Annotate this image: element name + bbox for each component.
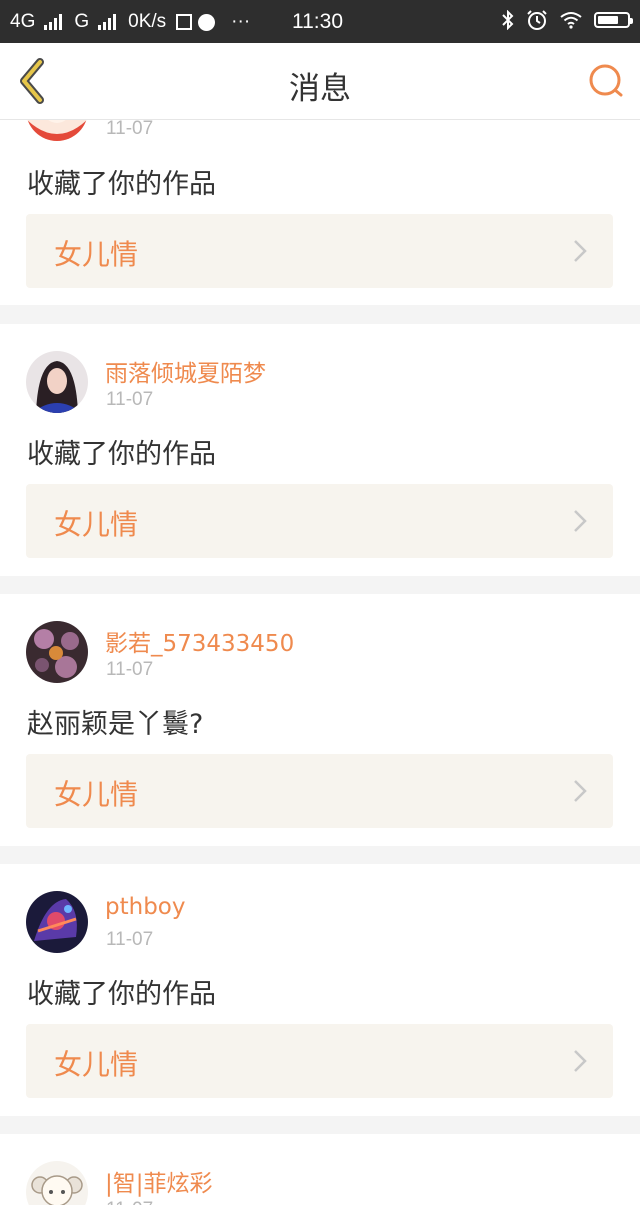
notification-date: 11-07 bbox=[106, 120, 154, 139]
work-title: 女儿情 bbox=[54, 1048, 139, 1081]
chevron-right-icon bbox=[574, 780, 587, 802]
page-title: 消息 bbox=[289, 71, 351, 107]
notification-card: 影若_573433450 11-07 赵丽颖是丫鬟? 女儿情 bbox=[0, 594, 640, 846]
notification-date: 11-07 bbox=[106, 1199, 153, 1205]
status-bar: 4G G 0K/s ··· 11:30 bbox=[0, 0, 640, 43]
battery-icon bbox=[594, 12, 633, 28]
network-speed: 0K/s bbox=[128, 11, 167, 32]
chevron-right-icon bbox=[574, 510, 587, 532]
notification-card: pthboy 11-07 收藏了你的作品 女儿情 bbox=[0, 864, 640, 1116]
notification-message: 收藏了你的作品 bbox=[27, 439, 216, 470]
chevron-right-icon bbox=[574, 1050, 587, 1072]
notification-message: 收藏了你的作品 bbox=[27, 979, 216, 1010]
username-link[interactable]: 影若_573433450 bbox=[105, 624, 294, 658]
work-link[interactable]: 女儿情 bbox=[26, 214, 613, 288]
avatar[interactable] bbox=[26, 621, 88, 683]
notification-card: 雨落倾城夏陌梦 11-07 收藏了你的作品 女儿情 bbox=[0, 324, 640, 576]
top-nav-bar: 消息 bbox=[0, 43, 640, 120]
avatar-photo bbox=[26, 621, 88, 683]
work-link[interactable]: 女儿情 bbox=[26, 484, 613, 558]
username-link[interactable]: 雨落倾城夏陌梦 bbox=[105, 354, 266, 388]
alarm-icon bbox=[527, 10, 547, 30]
work-link[interactable]: 女儿情 bbox=[26, 1024, 613, 1098]
work-title: 女儿情 bbox=[54, 238, 139, 271]
clock: 11:30 bbox=[292, 10, 343, 33]
avatar[interactable] bbox=[26, 120, 88, 141]
notification-date: 11-07 bbox=[106, 389, 154, 410]
status-right bbox=[502, 9, 633, 31]
app-notification-icon bbox=[176, 14, 193, 30]
avatar-illustration bbox=[26, 120, 88, 141]
chevron-right-icon bbox=[574, 240, 587, 262]
signal-icon-2 bbox=[98, 14, 117, 30]
avatar-photo bbox=[26, 891, 88, 953]
app-notification-icon-2 bbox=[198, 13, 216, 31]
search-button[interactable] bbox=[586, 61, 626, 101]
signal-icon bbox=[44, 14, 63, 30]
notification-date: 11-07 bbox=[106, 659, 154, 680]
network-g-label: G bbox=[74, 11, 90, 32]
bluetooth-icon bbox=[502, 10, 514, 30]
work-link[interactable]: 女儿情 bbox=[26, 754, 613, 828]
notification-date: 11-07 bbox=[106, 929, 154, 950]
notification-card: |智|菲炫彩 11-07 bbox=[0, 1134, 640, 1205]
message-list[interactable]: 11-07 收藏了你的作品 女儿情 雨落倾城夏陌梦 11-07 收藏了你的作品 … bbox=[0, 120, 640, 1205]
work-title: 女儿情 bbox=[54, 778, 139, 811]
username-link[interactable]: |智|菲炫彩 bbox=[105, 1164, 213, 1198]
search-icon bbox=[589, 64, 623, 97]
notification-card: 11-07 收藏了你的作品 女儿情 bbox=[0, 120, 640, 305]
avatar[interactable] bbox=[26, 891, 88, 953]
avatar[interactable] bbox=[26, 351, 88, 413]
username-link[interactable]: pthboy bbox=[105, 894, 185, 920]
avatar-photo bbox=[26, 351, 88, 413]
notification-message: 赵丽颖是丫鬟? bbox=[27, 709, 204, 740]
avatar[interactable] bbox=[26, 1161, 88, 1205]
work-title: 女儿情 bbox=[54, 508, 139, 541]
avatar-illustration bbox=[26, 1161, 88, 1205]
more-notifications-icon: ··· bbox=[231, 11, 251, 32]
notification-message: 收藏了你的作品 bbox=[27, 169, 216, 200]
network-4g-label: 4G bbox=[10, 11, 36, 32]
wifi-icon bbox=[560, 12, 582, 29]
status-left: 4G G 0K/s ··· bbox=[10, 11, 250, 33]
